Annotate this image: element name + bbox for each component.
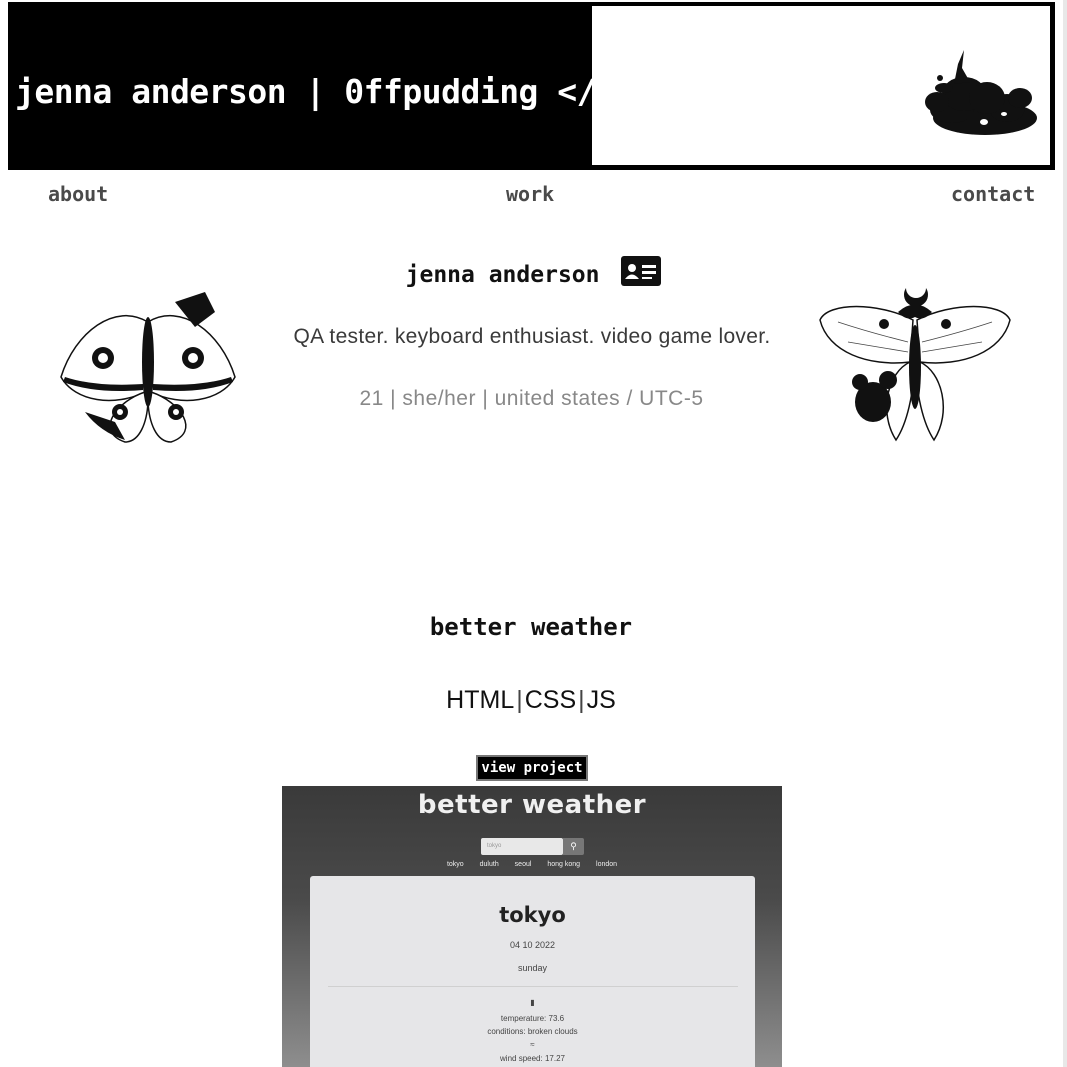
screenshot-search-input: tokyo	[481, 838, 563, 855]
scrollbar-track[interactable]	[1063, 0, 1067, 1067]
wind-icon: ≈	[530, 1040, 535, 1049]
nav-about-link[interactable]: about	[48, 182, 108, 206]
screenshot-day: sunday	[517, 963, 548, 973]
screenshot-conditions: conditions: broken clouds	[487, 1027, 578, 1036]
goat-cloud-illustration	[925, 50, 1037, 135]
tech-css: CSS	[524, 686, 577, 714]
site-header: jenna anderson | 0ffpudding </>	[8, 2, 1055, 170]
right-moth-illustration	[818, 272, 1012, 451]
thermometer-icon: ▮	[530, 998, 535, 1007]
screenshot-city-name: tokyo	[499, 903, 566, 927]
screenshot-city-item: seoul	[514, 861, 532, 868]
screenshot-wind-speed: wind speed: 17.27	[500, 1054, 565, 1063]
profile-name: jenna anderson	[405, 262, 600, 288]
site-title: jenna anderson | 0ffpudding </>	[15, 72, 616, 111]
view-project-button[interactable]: view project	[476, 755, 588, 781]
tech-separator: |	[578, 686, 585, 714]
screenshot-city-item: london	[596, 861, 618, 868]
tech-html: HTML	[446, 686, 515, 714]
screenshot-temperature: temperature: 73.6	[500, 1014, 565, 1023]
nav-work-link[interactable]: work	[506, 182, 554, 206]
screenshot-weather-card: tokyo 04 10 2022 sunday ▮ temperature: 7…	[310, 876, 755, 1067]
project-title: better weather	[429, 613, 633, 641]
header-banner	[592, 6, 1050, 165]
id-card-icon	[621, 256, 662, 292]
nav-contact-link[interactable]: contact	[951, 182, 1035, 206]
tech-separator: |	[516, 686, 523, 714]
screenshot-city-item: tokyo	[446, 861, 464, 868]
project-tech-stack: HTML|CSS|JS	[0, 686, 1062, 715]
search-icon: ⚲	[563, 838, 584, 855]
tech-js: JS	[586, 686, 616, 714]
screenshot-app-title: better weather	[417, 790, 647, 820]
left-moth-illustration	[55, 282, 241, 453]
screenshot-divider	[328, 986, 738, 987]
project-screenshot[interactable]: better weather tokyo ⚲ tokyo duluth seou…	[282, 786, 782, 1067]
screenshot-city-list: tokyo duluth seoul hong kong london	[282, 861, 782, 868]
screenshot-city-item: hong kong	[547, 861, 581, 868]
screenshot-city-item: duluth	[479, 861, 499, 868]
screenshot-date: 04 10 2022	[509, 940, 556, 950]
